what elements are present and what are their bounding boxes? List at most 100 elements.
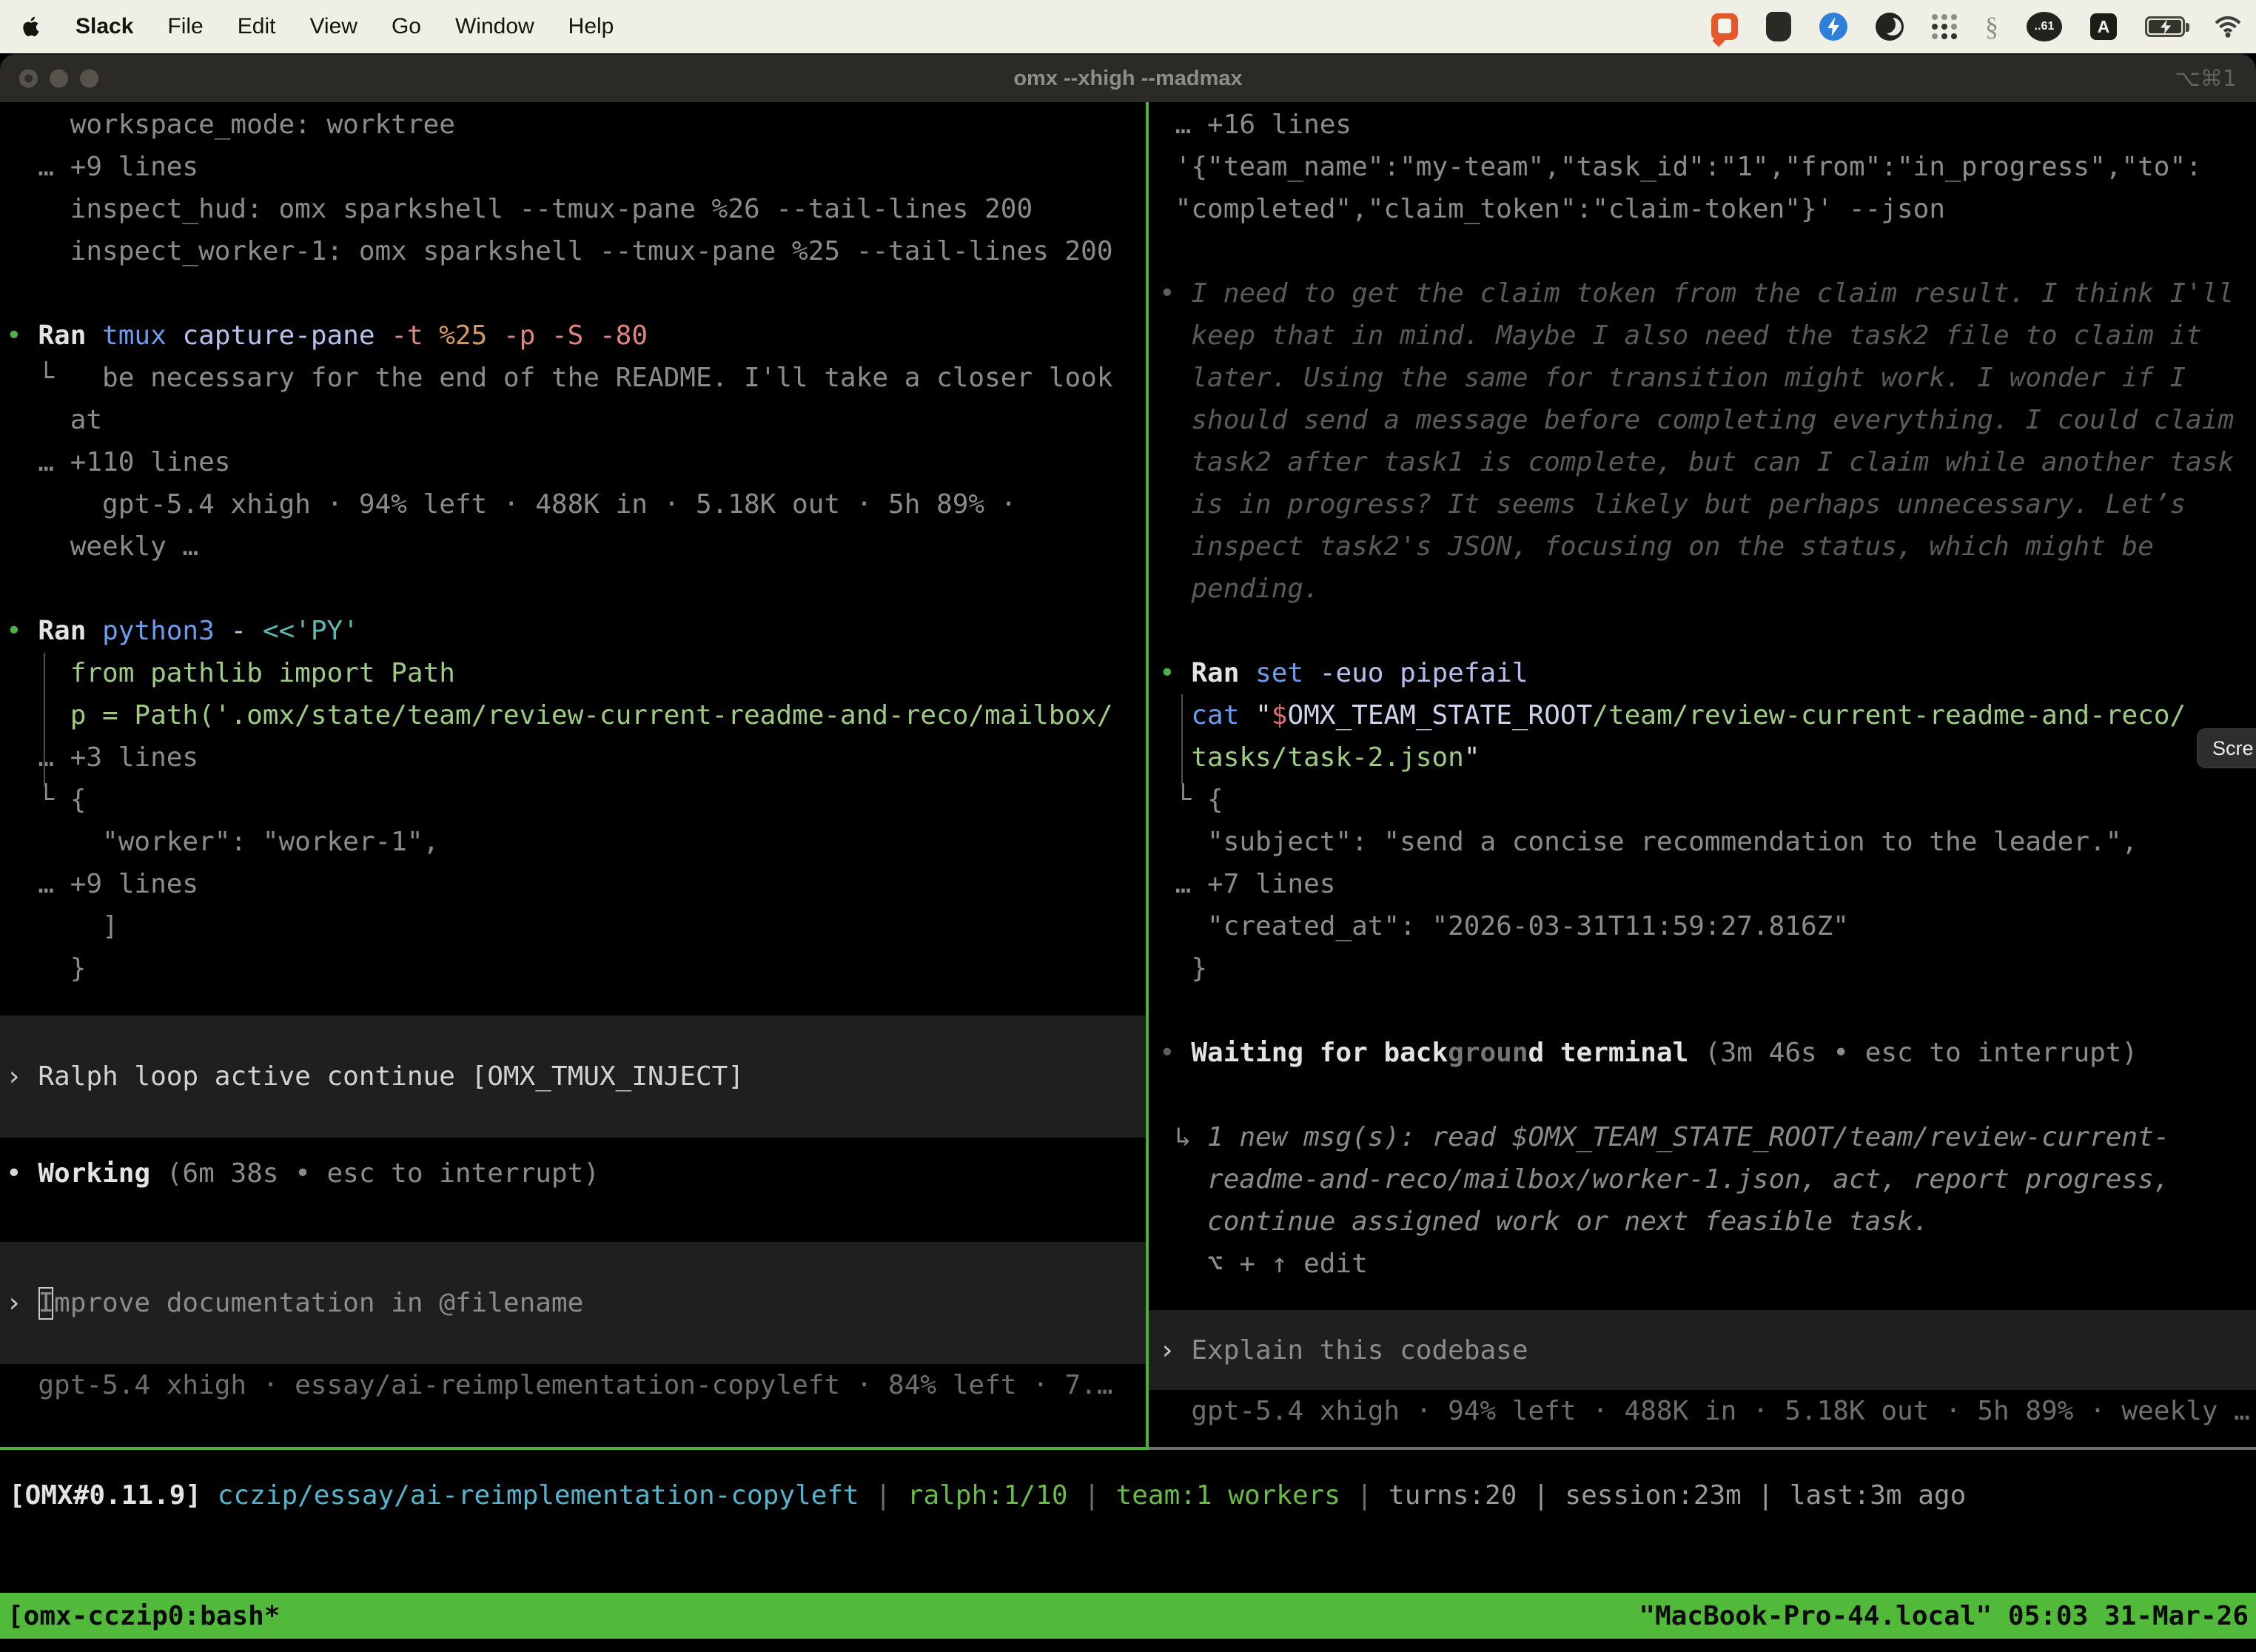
prompt-chevron-icon: › (1159, 1335, 1175, 1366)
bullet-icon: • (6, 616, 22, 646)
command-output-line: at (6, 399, 1146, 441)
command-output-line: "worker": "worker-1", (6, 821, 1146, 863)
command-output-line: ] (6, 905, 1146, 947)
terminal-output-line: workspace_mode: worktree (6, 104, 1146, 146)
model-status-line: gpt-5.4 xhigh · 94% left · 488K in · 5.1… (1159, 1390, 2256, 1432)
zoom-window-button[interactable] (80, 70, 98, 88)
collapsed-lines-indicator[interactable]: … +16 lines (1159, 104, 2256, 146)
input-placeholder: Explain this codebase (1175, 1335, 1528, 1366)
thinking-line: later. Using the same for transition mig… (1159, 357, 2256, 399)
shield-grid-icon[interactable] (1766, 12, 1791, 41)
dots-grid-icon[interactable] (1932, 14, 1957, 39)
edit-shortcut-hint: ⌥ + ↑ edit (1159, 1243, 2256, 1285)
waiting-status-line: • Waiting for background terminal (3m 46… (1159, 1032, 2256, 1074)
squiggle-menu-icon[interactable]: § (1985, 11, 1998, 42)
screen-tooltip: Scre (2197, 728, 2256, 768)
input-placeholder: Improve documentation in @filename (22, 1288, 584, 1318)
prompt-input-left[interactable]: › Improve documentation in @filename (0, 1242, 1146, 1364)
menu-item-window[interactable]: Window (455, 14, 534, 39)
omx-repo: cczip/essay/ai-reimplementation-copyleft (201, 1480, 859, 1511)
thinking-line: inspect task2's JSON, focusing on the st… (1159, 526, 2256, 568)
stats-badge-icon[interactable]: ..61 (2027, 12, 2062, 41)
terminal-output-line: '{"team_name":"my-team","task_id":"1","f… (1159, 146, 2256, 188)
menu-app-name[interactable]: Slack (75, 14, 133, 39)
command-output-line: └ { (6, 779, 1146, 821)
focus-moon-icon[interactable] (1876, 13, 1904, 41)
minimize-window-button[interactable] (50, 70, 68, 88)
bullet-icon: • (6, 320, 22, 351)
command-output-line: weekly … (6, 526, 1146, 568)
working-status-line: • Working (6m 38s • esc to interrupt) (6, 1152, 1146, 1195)
bullet-icon: • (6, 1158, 22, 1189)
thinking-line: is in progress? It seems likely but perh… (1159, 483, 2256, 526)
text-cursor (38, 1287, 53, 1320)
prompt-chevron-icon: › (6, 1061, 22, 1092)
left-agent-pane: workspace_mode: worktree … +9 lines insp… (0, 102, 1146, 1447)
pane-divider-vertical[interactable] (1146, 102, 1149, 1450)
collapsed-lines-indicator[interactable]: … +9 lines (6, 146, 1146, 188)
mailbox-message-line: continue assigned work or next feasible … (1159, 1201, 2256, 1243)
waiting-meta: (3m 46s • esc to interrupt) (1688, 1038, 2138, 1068)
tmux-status-bar: [omx-cczip0:bash* "MacBook-Pro-44.local"… (0, 1593, 2256, 1639)
ralph-loop-text: Ralph loop active continue [OMX_TMUX_INJ… (22, 1061, 744, 1092)
menu-item-file[interactable]: File (167, 14, 203, 39)
collapsed-lines-indicator[interactable]: … +3 lines (6, 736, 1146, 779)
apple-menu-icon[interactable] (22, 16, 41, 38)
command-output-line: └ { (1159, 779, 2256, 821)
menu-item-help[interactable]: Help (568, 14, 614, 39)
tmux-host-clock: "MacBook-Pro-44.local" 05:03 31-Mar-26 (1639, 1601, 2249, 1631)
chat-app-icon[interactable] (1711, 13, 1738, 40)
battery-icon[interactable] (2145, 16, 2185, 37)
menu-item-go[interactable]: Go (392, 14, 421, 39)
collapsed-lines-indicator[interactable]: … +7 lines (1159, 863, 2256, 905)
command-line: cat "$OMX_TEAM_STATE_ROOT/team/review-cu… (1159, 694, 2256, 736)
omx-team-workers: team:1 workers (1116, 1480, 1340, 1511)
thinking-line: should send a message before completing … (1159, 399, 2256, 441)
bullet-icon: • (1159, 658, 1175, 688)
traffic-lights (19, 70, 98, 88)
command-output-line: gpt-5.4 xhigh · 94% left · 488K in · 5.1… (6, 483, 1146, 526)
command-output-line: } (1159, 947, 2256, 990)
tmux-session-name[interactable]: [omx-cczip0:bash* (7, 1601, 280, 1631)
thread-connector-line (44, 653, 45, 786)
input-source-icon[interactable]: A (2090, 13, 2117, 40)
ralph-loop-banner: › Ralph loop active continue [OMX_TMUX_I… (0, 1015, 1146, 1138)
command-output-line: "subject": "send a concise recommendatio… (1159, 821, 2256, 863)
reply-arrow-icon: ↳ (1159, 1122, 1191, 1152)
ran-command-line: • Ran set -euo pipefail (1159, 652, 2256, 694)
working-label: Working (22, 1158, 150, 1189)
terminal-output-line: inspect_hud: omx sparkshell --tmux-pane … (6, 188, 1146, 230)
prompt-input-right[interactable]: › Explain this codebase (1149, 1310, 2256, 1390)
collapsed-lines-indicator[interactable]: … +9 lines (6, 863, 1146, 905)
omx-ralph-counter: ralph:1/10 (907, 1480, 1068, 1511)
wifi-icon[interactable] (2213, 15, 2243, 38)
close-window-button[interactable] (19, 70, 38, 88)
macos-menu-bar: Slack File Edit View Go Window Help § ..… (0, 0, 2256, 53)
menu-item-view[interactable]: View (309, 14, 357, 39)
right-agent-pane: … +16 lines '{"team_name":"my-team","tas… (1149, 102, 2256, 1447)
blue-badge-icon[interactable] (1819, 13, 1847, 41)
prompt-chevron-icon: › (6, 1288, 22, 1318)
menu-item-edit[interactable]: Edit (238, 14, 276, 39)
mailbox-message-line: ↳ 1 new msg(s): read $OMX_TEAM_STATE_ROO… (1159, 1116, 2256, 1158)
omx-session-meta: turns:20 | session:23m | last:3m ago (1389, 1480, 1966, 1511)
thinking-line: pending. (1159, 568, 2256, 610)
window-shortcut-hint: ⌥⌘1 (2175, 66, 2237, 92)
omx-version: [OMX#0.11.9] (9, 1480, 201, 1511)
model-status-line: gpt-5.4 xhigh · essay/ai-reimplementatio… (6, 1364, 1146, 1406)
omx-status-pane: [OMX#0.11.9] cczip/essay/ai-reimplementa… (0, 1450, 2256, 1593)
ran-command-line: • Ran tmux capture-pane -t %25 -p -S -80 (6, 315, 1146, 357)
code-line: from pathlib import Path (6, 652, 1146, 694)
bullet-icon: • (1159, 1038, 1175, 1068)
bullet-icon: • (1159, 278, 1175, 309)
code-line: p = Path('.omx/state/team/review-current… (6, 694, 1146, 736)
terminal-output-line: inspect_worker-1: omx sparkshell --tmux-… (6, 230, 1146, 272)
command-line: tasks/task-2.json" (1159, 736, 2256, 779)
terminal-output-line: "completed","claim_token":"claim-token"}… (1159, 188, 2256, 230)
thinking-line: keep that in mind. Maybe I also need the… (1159, 315, 2256, 357)
collapsed-lines-indicator[interactable]: … +110 lines (6, 441, 1146, 483)
terminal-content: workspace_mode: worktree … +9 lines insp… (0, 102, 2256, 1652)
ran-command-line: • Ran python3 - <<'PY' (6, 610, 1146, 652)
thinking-line: task2 after task1 is complete, but can I… (1159, 441, 2256, 483)
working-meta: (6m 38s • esc to interrupt) (150, 1158, 600, 1189)
